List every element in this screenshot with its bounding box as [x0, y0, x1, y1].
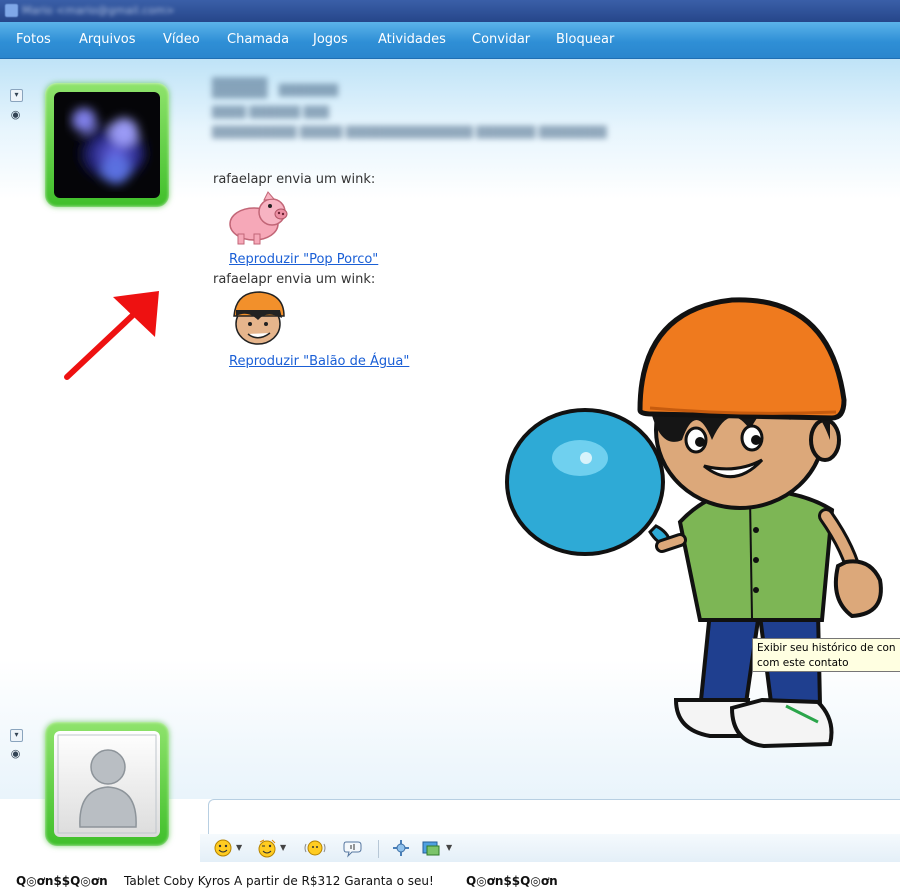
- nudge-icon[interactable]: [304, 838, 326, 858]
- play-wink-link[interactable]: Reproduzir "Balão de Água": [229, 354, 409, 369]
- title-bar: Mario <mario@gmail.com>: [0, 0, 900, 22]
- message-text: rafaelapr envia um wink:: [213, 172, 376, 187]
- chevron-down-icon[interactable]: ▼: [236, 843, 242, 852]
- pop-porco-wink-icon[interactable]: [228, 190, 288, 246]
- menu-item-bloquear[interactable]: Bloquear: [556, 22, 614, 58]
- background-icon[interactable]: [390, 838, 412, 858]
- ad-text[interactable]: Tablet Coby Kyros A partir de R$312 Gara…: [124, 868, 434, 895]
- menu-item-fotos[interactable]: Fotos: [16, 22, 51, 58]
- contact-avatar[interactable]: [45, 83, 169, 207]
- advertisement-bar[interactable]: Q◎ơn$$Q◎ơn Tablet Coby Kyros A partir de…: [0, 868, 900, 895]
- webcam-icon[interactable]: ◉: [10, 748, 21, 760]
- contact-header: ████ ███████ ████ ██████ ███ ██████████ …: [212, 78, 607, 139]
- default-user-icon: [57, 734, 157, 834]
- user-avatar[interactable]: [45, 722, 169, 846]
- collapse-button[interactable]: ▾: [10, 729, 23, 742]
- message-input[interactable]: [208, 799, 900, 834]
- menu-item-chamada[interactable]: Chamada: [227, 22, 289, 58]
- toolbar-divider: [378, 840, 379, 858]
- webcam-icon[interactable]: ◉: [10, 109, 21, 121]
- menu-item-arquivos[interactable]: Arquivos: [79, 22, 136, 58]
- history-tooltip: Exibir seu histórico de con com este con…: [752, 638, 900, 672]
- ad-logo[interactable]: Q◎ơn$$Q◎ơn: [466, 868, 558, 895]
- menu-item-atividades[interactable]: Atividades: [378, 22, 446, 58]
- voice-clip-icon[interactable]: [342, 838, 364, 858]
- menu-bar: Fotos Arquivos Vídeo Chamada Jogos Ativi…: [0, 22, 900, 59]
- window-title: Mario <mario@gmail.com>: [22, 4, 175, 17]
- chevron-down-icon[interactable]: ▼: [280, 843, 286, 852]
- menu-item-jogos[interactable]: Jogos: [313, 22, 348, 58]
- menu-item-convidar[interactable]: Convidar: [472, 22, 530, 58]
- change-display-icon[interactable]: [420, 838, 442, 858]
- tooltip-line: Exibir seu histórico de con: [757, 642, 896, 654]
- input-toolbar: ▼ ▼ ▼: [200, 834, 900, 862]
- emoticon-icon[interactable]: [212, 838, 234, 858]
- red-arrow-annotation: [64, 291, 159, 380]
- tooltip-line: com este contato: [757, 657, 849, 669]
- chevron-down-icon[interactable]: ▼: [446, 843, 452, 852]
- contact-display-picture: [54, 92, 160, 198]
- collapse-button[interactable]: ▾: [10, 89, 23, 102]
- play-wink-link[interactable]: Reproduzir "Pop Porco": [229, 252, 378, 267]
- balao-de-agua-wink-icon[interactable]: [228, 290, 288, 346]
- wink-icon[interactable]: [256, 838, 278, 858]
- wink-character-animation: [505, 297, 883, 749]
- user-display-picture: [54, 731, 160, 837]
- message-text: rafaelapr envia um wink:: [213, 272, 376, 287]
- menu-item-video[interactable]: Vídeo: [163, 22, 200, 58]
- ad-logo[interactable]: Q◎ơn$$Q◎ơn: [16, 868, 108, 895]
